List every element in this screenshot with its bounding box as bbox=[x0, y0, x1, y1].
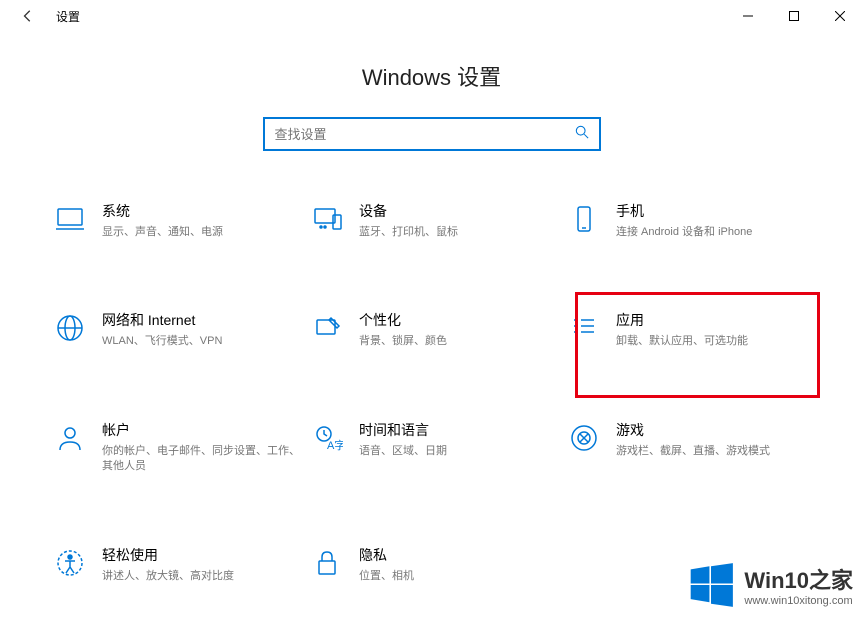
tile-network[interactable]: 网络和 Internet WLAN、飞行模式、VPN bbox=[54, 310, 301, 349]
tile-devices[interactable]: 设备 蓝牙、打印机、鼠标 bbox=[311, 201, 558, 240]
tile-privacy[interactable]: 隐私 位置、相机 bbox=[311, 545, 558, 584]
tile-title: 轻松使用 bbox=[102, 545, 301, 565]
tile-title: 隐私 bbox=[359, 545, 558, 565]
tile-accounts[interactable]: 帐户 你的帐户、电子邮件、同步设置、工作、其他人员 bbox=[54, 420, 301, 475]
minimize-button[interactable] bbox=[725, 0, 771, 32]
page-title: Windows 设置 bbox=[0, 60, 863, 92]
tile-desc: 蓝牙、打印机、鼠标 bbox=[359, 225, 558, 240]
search-box[interactable] bbox=[263, 117, 601, 151]
watermark: Win10之家 www.win10xitong.com bbox=[686, 560, 853, 610]
gaming-icon bbox=[568, 422, 600, 454]
phone-icon bbox=[568, 203, 600, 235]
tile-desc: WLAN、飞行模式、VPN bbox=[102, 334, 301, 349]
tile-desc: 语音、区域、日期 bbox=[359, 444, 558, 459]
accounts-icon bbox=[54, 422, 86, 454]
tile-desc: 背景、锁屏、颜色 bbox=[359, 334, 558, 349]
tile-desc: 游戏栏、截屏、直播、游戏模式 bbox=[616, 444, 815, 459]
tile-title: 时间和语言 bbox=[359, 420, 558, 440]
lock-icon bbox=[311, 547, 343, 579]
time-language-icon: A字 bbox=[311, 422, 343, 454]
tile-desc: 卸载、默认应用、可选功能 bbox=[616, 334, 815, 349]
tile-desc: 连接 Android 设备和 iPhone bbox=[616, 225, 815, 240]
tile-desc: 显示、声音、通知、电源 bbox=[102, 225, 301, 240]
globe-icon bbox=[54, 312, 86, 344]
watermark-title: Win10之家 bbox=[744, 563, 853, 595]
tile-ease-of-access[interactable]: 轻松使用 讲述人、放大镜、高对比度 bbox=[54, 545, 301, 584]
apps-icon bbox=[568, 312, 600, 344]
windows-logo-icon bbox=[686, 560, 736, 610]
svg-text:A字: A字 bbox=[327, 438, 343, 452]
tile-system[interactable]: 系统 显示、声音、通知、电源 bbox=[54, 201, 301, 240]
ease-of-access-icon bbox=[54, 547, 86, 579]
tile-personalization[interactable]: 个性化 背景、锁屏、颜色 bbox=[311, 310, 558, 349]
window-controls bbox=[725, 0, 863, 32]
personalization-icon bbox=[311, 312, 343, 344]
watermark-url: www.win10xitong.com bbox=[744, 595, 853, 607]
window-title: 设置 bbox=[56, 8, 80, 25]
system-icon bbox=[54, 203, 86, 235]
tile-desc: 讲述人、放大镜、高对比度 bbox=[102, 569, 301, 584]
search-container bbox=[0, 117, 863, 151]
settings-grid: 系统 显示、声音、通知、电源 设备 蓝牙、打印机、鼠标 手机 连接 Androi… bbox=[0, 201, 863, 584]
tile-desc: 位置、相机 bbox=[359, 569, 558, 584]
tile-gaming[interactable]: 游戏 游戏栏、截屏、直播、游戏模式 bbox=[568, 420, 815, 475]
back-button[interactable] bbox=[8, 0, 48, 32]
devices-icon bbox=[311, 203, 343, 235]
tile-title: 网络和 Internet bbox=[102, 310, 301, 330]
maximize-button[interactable] bbox=[771, 0, 817, 32]
tile-title: 个性化 bbox=[359, 310, 558, 330]
tile-apps[interactable]: 应用 卸载、默认应用、可选功能 bbox=[568, 310, 815, 349]
tile-title: 帐户 bbox=[102, 420, 301, 440]
close-button[interactable] bbox=[817, 0, 863, 32]
tile-title: 手机 bbox=[616, 201, 815, 221]
tile-phone[interactable]: 手机 连接 Android 设备和 iPhone bbox=[568, 201, 815, 240]
tile-desc: 你的帐户、电子邮件、同步设置、工作、其他人员 bbox=[102, 444, 301, 475]
search-icon bbox=[575, 125, 589, 144]
tile-title: 应用 bbox=[616, 310, 815, 330]
tile-title: 游戏 bbox=[616, 420, 815, 440]
title-bar: 设置 bbox=[0, 0, 863, 32]
tile-time-language[interactable]: A字 时间和语言 语音、区域、日期 bbox=[311, 420, 558, 475]
tile-title: 系统 bbox=[102, 201, 301, 221]
tile-title: 设备 bbox=[359, 201, 558, 221]
search-input[interactable] bbox=[275, 127, 575, 142]
